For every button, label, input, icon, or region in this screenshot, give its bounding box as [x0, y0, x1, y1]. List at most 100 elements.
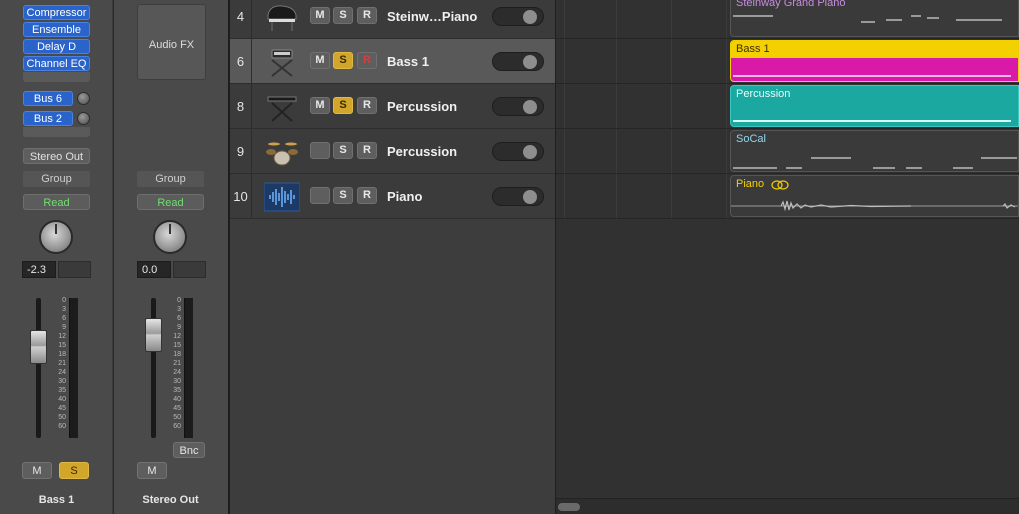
scale-tick: 21: [58, 360, 66, 367]
plugin-slot-compressor[interactable]: Compressor: [23, 5, 90, 20]
drummer-region[interactable]: SoCal: [730, 130, 1019, 172]
mute-button[interactable]: M: [310, 52, 330, 69]
track-row[interactable]: 4 M S R Steinw…Piano: [230, 0, 555, 39]
balance-knob[interactable]: [153, 220, 187, 254]
channel-strip-bass-1: Compressor Ensemble Delay D Channel EQ B…: [0, 0, 113, 514]
scale-tick: 12: [173, 333, 181, 340]
drum-kit-icon: [266, 142, 298, 166]
mute-button[interactable]: M: [137, 462, 167, 479]
audio-fx-slot[interactable]: Audio FX: [137, 4, 206, 80]
region-header: [731, 41, 1018, 58]
volume-readout[interactable]: -2.3: [22, 261, 56, 278]
midi-note: [733, 75, 1011, 77]
scale-tick: 6: [62, 315, 66, 322]
midi-region[interactable]: Steinway Grand Piano: [730, 0, 1019, 37]
midi-note: [911, 15, 921, 17]
group-slot[interactable]: Group: [23, 171, 90, 187]
plugin-slot-empty[interactable]: [23, 72, 90, 82]
grid-line: [726, 0, 727, 220]
audio-waveform: [731, 200, 1018, 212]
send-bus-2[interactable]: Bus 2: [23, 111, 73, 126]
solo-button[interactable]: S: [333, 97, 353, 114]
track-name[interactable]: Percussion: [387, 84, 457, 128]
solo-button[interactable]: S: [333, 52, 353, 69]
record-button[interactable]: R: [357, 142, 377, 159]
track-number: 8: [230, 84, 252, 128]
volume-fader-handle[interactable]: [30, 330, 47, 364]
send-level-knob[interactable]: [77, 92, 90, 105]
track-name[interactable]: Steinw…Piano: [387, 0, 477, 38]
midi-region[interactable]: Bass 1: [730, 40, 1019, 82]
scrollbar-thumb[interactable]: [558, 503, 580, 511]
track-on-off-toggle[interactable]: [492, 97, 544, 116]
scale-tick: 50: [173, 414, 181, 421]
scale-tick: 35: [58, 387, 66, 394]
send-bus-6[interactable]: Bus 6: [23, 91, 73, 106]
mute-button[interactable]: M: [22, 462, 52, 479]
grid-line: [671, 0, 672, 220]
grid-line: [616, 0, 617, 220]
logic-pro-window: Compressor Ensemble Delay D Channel EQ B…: [0, 0, 1019, 514]
channel-name[interactable]: Bass 1: [0, 492, 113, 508]
loop-icon: [771, 180, 789, 190]
midi-note: [861, 21, 875, 23]
send-slot-empty[interactable]: [23, 127, 90, 137]
record-button[interactable]: R: [357, 97, 377, 114]
solo-button[interactable]: S: [333, 187, 353, 204]
audio-region[interactable]: Piano: [730, 175, 1019, 217]
track-row[interactable]: 10 S R Piano: [230, 174, 555, 219]
track-row[interactable]: 8 M S R Percussion: [230, 84, 555, 129]
record-button[interactable]: R: [357, 7, 377, 24]
scale-tick: 9: [177, 324, 181, 331]
scale-tick: 9: [62, 324, 66, 331]
track-name[interactable]: Bass 1: [387, 39, 429, 83]
scale-tick: 60: [173, 423, 181, 430]
mute-button[interactable]: [310, 142, 330, 159]
bounce-button[interactable]: Bnc: [173, 442, 205, 458]
midi-region[interactable]: Percussion: [730, 85, 1019, 127]
midi-note: [927, 17, 939, 19]
keyboard-stand-icon: [267, 96, 297, 122]
solo-button[interactable]: S: [333, 7, 353, 24]
scale-tick: 18: [58, 351, 66, 358]
plugin-slot-channel-eq[interactable]: Channel EQ: [23, 56, 90, 71]
midi-note: [956, 19, 1002, 21]
plugin-slot-ensemble[interactable]: Ensemble: [23, 22, 90, 37]
track-on-off-toggle[interactable]: [492, 142, 544, 161]
scale-tick: 60: [58, 423, 66, 430]
scale-tick: 30: [58, 378, 66, 385]
output-button[interactable]: Stereo Out: [23, 148, 90, 164]
mute-button[interactable]: M: [310, 7, 330, 24]
record-button[interactable]: R: [357, 52, 377, 69]
automation-mode-button[interactable]: Read: [137, 194, 204, 210]
track-on-off-toggle[interactable]: [492, 7, 544, 26]
horizontal-scrollbar[interactable]: [556, 498, 1019, 514]
region-title: SoCal: [736, 133, 766, 145]
track-on-off-toggle[interactable]: [492, 52, 544, 71]
track-name[interactable]: Piano: [387, 174, 422, 218]
solo-button[interactable]: S: [59, 462, 89, 479]
solo-button[interactable]: S: [333, 142, 353, 159]
group-slot[interactable]: Group: [137, 171, 204, 187]
arrange-area[interactable]: Steinway Grand Piano Bass 1 Percussion S…: [556, 0, 1019, 514]
volume-fader-handle[interactable]: [145, 318, 162, 352]
scale-tick: 3: [177, 306, 181, 313]
region-title: Piano: [736, 178, 765, 190]
volume-fader-track[interactable]: [36, 298, 41, 438]
pan-knob[interactable]: [39, 220, 73, 254]
mute-button[interactable]: M: [310, 97, 330, 114]
track-row[interactable]: 6 M S R Bass 1: [230, 39, 555, 84]
plugin-slot-delay-d[interactable]: Delay D: [23, 39, 90, 54]
track-row[interactable]: 9 S R Percussion: [230, 129, 555, 174]
channel-name[interactable]: Stereo Out: [114, 492, 227, 508]
scale-tick: 15: [173, 342, 181, 349]
mute-button[interactable]: [310, 187, 330, 204]
send-level-knob[interactable]: [77, 112, 90, 125]
track-name[interactable]: Percussion: [387, 129, 457, 173]
automation-mode-button[interactable]: Read: [23, 194, 90, 210]
track-number: 9: [230, 129, 252, 173]
volume-readout[interactable]: 0.0: [137, 261, 171, 278]
track-on-off-toggle[interactable]: [492, 187, 544, 206]
midi-note: [733, 15, 773, 17]
record-button[interactable]: R: [357, 187, 377, 204]
